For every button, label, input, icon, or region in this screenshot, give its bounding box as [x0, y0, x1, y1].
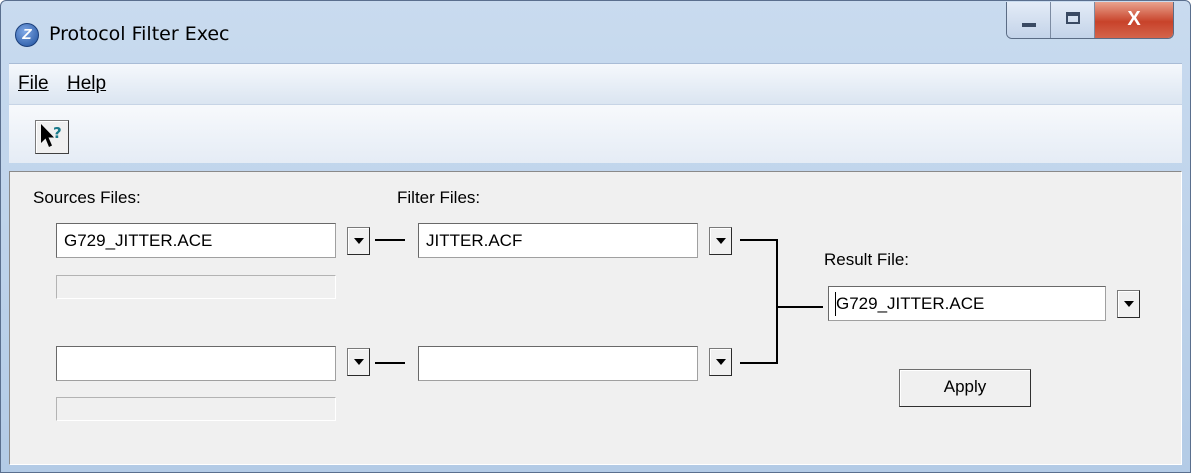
maximize-icon — [1066, 12, 1080, 24]
close-button[interactable]: X — [1095, 2, 1173, 38]
result-connector-line — [778, 306, 823, 308]
toolbar: ? — [9, 104, 1182, 163]
filter-files-label: Filter Files: — [397, 188, 481, 207]
bracket-vertical-line — [776, 239, 778, 364]
caption-buttons: X — [1006, 2, 1174, 39]
source-file-2-dropdown[interactable] — [347, 348, 370, 376]
connector-line — [375, 239, 405, 241]
filter-file-2-input[interactable] — [418, 346, 698, 381]
connector-line — [375, 362, 405, 364]
menu-file-label: File — [18, 73, 49, 94]
menu-help[interactable]: Help — [67, 73, 106, 95]
menu-help-label: Help — [67, 73, 107, 94]
bracket-top-line — [740, 239, 777, 241]
result-file-dropdown[interactable] — [1117, 290, 1140, 318]
maximize-button[interactable] — [1051, 2, 1095, 38]
minimize-button[interactable] — [1007, 2, 1051, 38]
source-file-2-input[interactable] — [56, 346, 336, 381]
apply-button[interactable]: Apply — [899, 369, 1031, 407]
main-window: Z Protocol Filter Exec X File Help ? Sou… — [0, 0, 1191, 473]
bracket-bottom-line — [740, 362, 777, 364]
source-file-1-progress — [56, 275, 336, 299]
app-icon: Z — [15, 23, 39, 47]
source-file-2-progress — [56, 397, 336, 421]
sources-files-label: Sources Files: — [33, 188, 141, 207]
result-file-label: Result File: — [824, 250, 910, 269]
menu-bar: File Help — [9, 63, 1182, 104]
filter-file-2-dropdown[interactable] — [709, 348, 732, 376]
source-file-1-input[interactable]: G729_JITTER.ACE — [56, 223, 336, 258]
menu-file[interactable]: File — [18, 73, 49, 95]
context-help-button[interactable]: ? — [35, 120, 69, 154]
svg-text:?: ? — [53, 124, 62, 142]
result-file-input[interactable]: G729_JITTER.ACE — [828, 286, 1106, 321]
filter-file-1-input[interactable]: JITTER.ACF — [418, 223, 698, 258]
context-help-icon: ? — [41, 124, 62, 147]
filter-file-1-dropdown[interactable] — [709, 227, 732, 255]
close-icon: X — [1127, 8, 1141, 30]
title-bar[interactable]: Z Protocol Filter Exec X — [1, 1, 1190, 63]
minimize-icon — [1022, 23, 1036, 27]
window-title: Protocol Filter Exec — [49, 23, 230, 45]
source-file-1-dropdown[interactable] — [347, 227, 370, 255]
client-area: Sources Files: Filter Files: Result File… — [9, 171, 1182, 465]
